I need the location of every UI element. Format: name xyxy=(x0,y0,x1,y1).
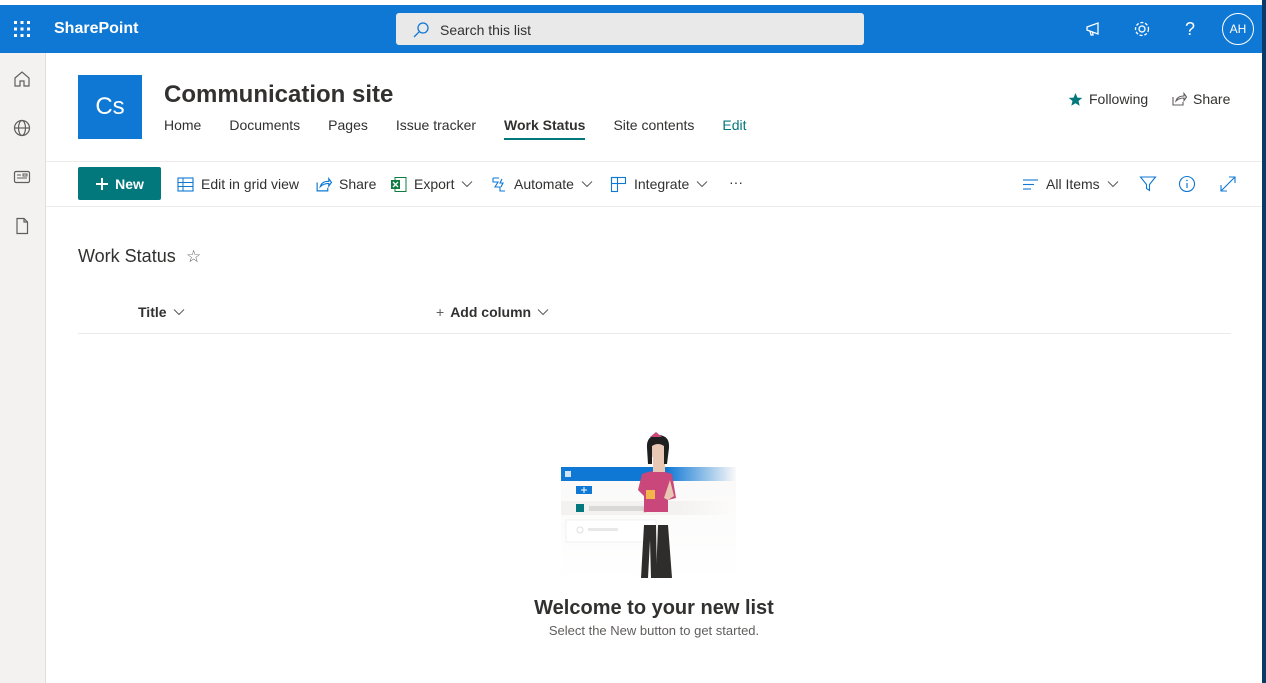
share-icon xyxy=(1172,91,1187,106)
nav-edit[interactable]: Edit xyxy=(722,117,746,140)
following-button[interactable]: Following xyxy=(1068,91,1148,107)
column-title-label: Title xyxy=(138,304,167,320)
share-button[interactable]: Share xyxy=(315,174,376,194)
automate-label: Automate xyxy=(514,176,574,192)
filter-icon[interactable] xyxy=(1139,174,1157,194)
column-header-divider xyxy=(78,333,1231,334)
view-list-icon xyxy=(1023,178,1038,190)
commandbar-divider xyxy=(46,206,1262,207)
column-header-title[interactable]: Title xyxy=(138,304,185,320)
chevron-down-icon xyxy=(696,181,708,188)
share-icon xyxy=(316,176,332,191)
nav-site-contents[interactable]: Site contents xyxy=(613,117,694,140)
nav-work-status[interactable]: Work Status xyxy=(504,117,586,140)
star-filled-icon xyxy=(1068,92,1083,106)
info-icon[interactable] xyxy=(1178,174,1196,194)
grid-icon xyxy=(177,176,194,192)
new-button[interactable]: New xyxy=(78,167,161,200)
site-share-label: Share xyxy=(1193,91,1231,107)
news-icon[interactable] xyxy=(11,166,33,188)
gear-icon[interactable] xyxy=(1130,17,1154,41)
plus-icon xyxy=(96,177,109,190)
plus-icon: + xyxy=(436,304,445,320)
nav-issue-tracker[interactable]: Issue tracker xyxy=(396,117,476,140)
view-selector[interactable]: All Items xyxy=(1022,174,1119,194)
search-icon xyxy=(413,22,429,38)
integrate-button[interactable]: Integrate xyxy=(610,174,708,194)
globe-icon[interactable] xyxy=(11,117,33,139)
add-column-label: Add column xyxy=(450,304,532,320)
left-rail xyxy=(0,53,46,683)
search-box[interactable]: Search this list xyxy=(396,13,864,45)
document-icon[interactable] xyxy=(11,215,33,237)
expand-icon[interactable] xyxy=(1219,174,1237,194)
home-icon[interactable] xyxy=(11,68,33,90)
nav-home[interactable]: Home xyxy=(164,117,201,140)
header-divider xyxy=(46,161,1262,162)
welcome-heading: Welcome to your new list xyxy=(534,597,774,619)
edit-grid-view-button[interactable]: Edit in grid view xyxy=(177,174,299,194)
search-placeholder: Search this list xyxy=(440,22,532,38)
site-share-button[interactable]: Share xyxy=(1171,91,1230,107)
chevron-down-icon xyxy=(173,309,184,316)
chevron-down-icon xyxy=(462,181,473,188)
more-options-button[interactable]: ··· xyxy=(729,172,743,192)
chevron-down-icon xyxy=(537,309,549,316)
integrate-label: Integrate xyxy=(634,176,690,192)
list-title: Work Status xyxy=(78,246,176,266)
integrate-icon xyxy=(610,176,627,192)
suite-bar: SharePoint Search this list ? AH xyxy=(0,5,1262,53)
add-column-button[interactable]: + Add column xyxy=(436,304,549,320)
window-border xyxy=(1262,0,1266,683)
brand-name[interactable]: SharePoint xyxy=(54,20,138,38)
help-icon[interactable]: ? xyxy=(1178,17,1202,41)
export-button[interactable]: Export xyxy=(390,174,473,194)
app-launcher-icon[interactable] xyxy=(10,17,34,41)
new-label: New xyxy=(115,175,144,192)
favorite-star-icon[interactable]: ☆ xyxy=(186,247,201,267)
edit-grid-label: Edit in grid view xyxy=(201,176,300,192)
site-navigation: Home Documents Pages Issue tracker Work … xyxy=(164,117,775,140)
automate-button[interactable]: Automate xyxy=(490,174,593,194)
chevron-down-icon xyxy=(1107,181,1119,188)
share-label: Share xyxy=(339,176,377,192)
automate-icon xyxy=(492,176,505,192)
nav-documents[interactable]: Documents xyxy=(229,117,300,140)
view-label: All Items xyxy=(1046,176,1100,192)
site-title[interactable]: Communication site xyxy=(164,81,393,109)
site-logo[interactable]: Cs xyxy=(78,75,142,139)
nav-pages[interactable]: Pages xyxy=(328,117,368,140)
excel-icon xyxy=(391,176,407,192)
empty-list-illustration xyxy=(561,432,736,582)
megaphone-icon[interactable] xyxy=(1082,17,1106,41)
following-label: Following xyxy=(1089,91,1149,107)
welcome-subtext: Select the New button to get started. xyxy=(548,623,760,638)
avatar[interactable]: AH xyxy=(1222,13,1254,45)
export-label: Export xyxy=(414,176,455,192)
chevron-down-icon xyxy=(581,181,593,188)
